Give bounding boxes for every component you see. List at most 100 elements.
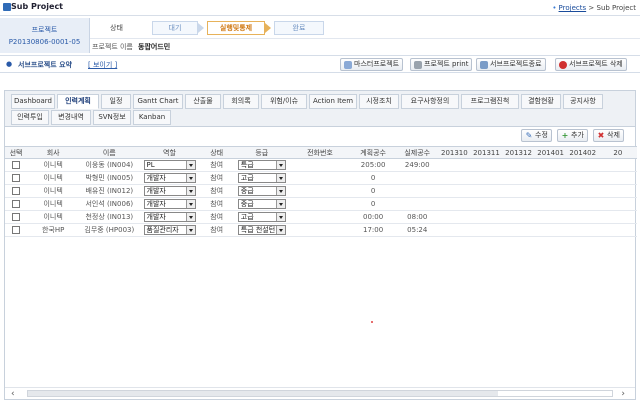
row-checkbox[interactable] [12,161,21,169]
chevron-down-icon[interactable] [275,213,285,221]
tab-staff-input[interactable]: 인력투입 [11,110,49,125]
table-row[interactable]: 이니텍 천정상 (IN013) 개발자 참여 고급 00:00 08:00 [5,210,637,224]
cell-name: 서인석 (IN006) [85,200,134,208]
summary-toggle-link[interactable]: [ 보이기 ] [88,60,117,70]
scroll-right-icon[interactable]: › [621,389,625,399]
master-project-label: 마스터프로젝트 [354,60,400,68]
master-project-button[interactable]: 마스터프로젝트 [340,58,404,71]
tab-requirements[interactable]: 요구사항정의 [401,94,459,109]
col-header: 201402 [566,146,599,159]
chevron-down-icon[interactable] [185,187,195,195]
tab-notices[interactable]: 공지사항 [563,94,603,109]
grade-select-value: 특급 [240,161,254,169]
tab-minutes[interactable]: 회의록 [223,94,259,109]
tab-corrective-action[interactable]: 시정조치 [359,94,399,109]
cell-name: 김무중 (HP003) [84,226,135,234]
grade-select[interactable]: 특급 천설턴 [237,225,286,235]
tab-gantt-chart[interactable]: Gantt Chart [133,94,183,109]
row-checkbox[interactable] [12,174,21,182]
role-select[interactable]: PL [143,160,196,170]
cell-company: 이니텍 [43,161,63,169]
close-subproject-button[interactable]: 서브프로젝트종료 [476,58,546,71]
table-row[interactable]: 이니텍 이웅동 (IN004) PL 참여 특급 205:00 249:00 [5,158,637,172]
breadcrumb-projects-link[interactable]: Projects [559,4,587,12]
row-checkbox[interactable] [12,226,21,234]
tab-defects[interactable]: 결함현황 [521,94,561,109]
row-checkbox[interactable] [12,213,21,221]
printer-icon [414,61,422,69]
breadcrumb-separator: > [588,4,595,12]
tab-deliverables[interactable]: 산출물 [185,94,221,109]
role-select-value: 개발자 [146,213,166,221]
close-subproject-label: 서브프로젝트종료 [490,60,542,68]
tab-change-history[interactable]: 변경내역 [51,110,91,125]
chevron-down-icon[interactable] [275,174,285,182]
scroll-thumb[interactable] [28,391,498,396]
project-id-box: 프로젝트 P20130806-0001-05 [0,18,90,53]
chevron-down-icon[interactable] [185,161,195,169]
chevron-down-icon[interactable] [185,213,195,221]
col-header: 이름 [79,146,140,159]
delete-icon [559,61,567,69]
chevron-down-icon[interactable] [275,161,285,169]
role-select-value: PL [146,161,155,169]
row-checkbox[interactable] [12,200,21,208]
role-select[interactable]: 개발자 [143,173,196,183]
scroll-left-icon[interactable]: ‹ [11,389,15,399]
edit-label: 수정 [535,131,548,139]
tab-risk-issue[interactable]: 위험/이슈 [261,94,307,109]
col-header: 역할 [139,146,200,159]
table-row[interactable]: 한국HP 김무중 (HP003) 품질관리자 참여 특급 천설턴 17:00 05:24 [5,223,637,237]
grade-select[interactable]: 고급 [237,173,286,183]
role-select-value: 개발자 [146,200,166,208]
role-select[interactable]: 개발자 [143,212,196,222]
tab-schedule[interactable]: 일정 [101,94,131,109]
role-select[interactable]: 개발자 [143,186,196,196]
tab-svn-info[interactable]: SVN정보 [93,110,131,125]
chevron-down-icon[interactable] [275,226,285,234]
tab-dashboard[interactable]: Dashboard [11,94,55,109]
grade-select[interactable]: 중급 [237,199,286,209]
col-header: 201312 [502,146,535,159]
role-select[interactable]: 품질관리자 [143,225,196,235]
breadcrumb-current: Sub Project [596,4,637,12]
print-button[interactable]: 프로젝트 print [410,58,473,71]
cell-name: 배유진 (IN012) [85,187,134,195]
row-checkbox[interactable] [12,187,21,195]
tab-staff-plan[interactable]: 인력계획 [57,94,99,109]
col-header: 201401 [534,146,567,159]
grade-select[interactable]: 고급 [237,212,286,222]
chevron-down-icon[interactable] [185,174,195,182]
col-header: 회사 [27,146,80,159]
edit-button[interactable]: ✎ 수정 [521,129,552,142]
cell-company: 이니텍 [43,213,63,221]
col-header: 선택 [5,146,28,159]
arrow-right-icon [198,23,204,33]
chevron-down-icon[interactable] [275,200,285,208]
role-select[interactable]: 개발자 [143,199,196,209]
horizontal-scrollbar[interactable]: ‹ › [5,387,635,399]
table-row[interactable]: 이니텍 박형민 (IN005) 개발자 참여 고급 0 [5,171,637,185]
chevron-down-icon[interactable] [185,200,195,208]
tab-program-progress[interactable]: 프로그램진척 [461,94,519,109]
status-label: 상태 [110,24,123,32]
cell-status: 참여 [210,174,224,182]
close-icon: ✖ [597,131,605,140]
chevron-down-icon[interactable] [275,187,285,195]
role-select-value: 개발자 [146,187,166,195]
tab-action-item[interactable]: Action Item [309,94,357,109]
col-header: 실제공수 [396,146,439,159]
grade-select[interactable]: 특급 [237,160,286,170]
delete-button[interactable]: ✖ 삭제 [593,129,624,142]
add-button[interactable]: + 추가 [557,129,588,142]
table-row[interactable]: 이니텍 배유진 (IN012) 개발자 참여 중급 0 [5,184,637,198]
tab-kanban[interactable]: Kanban [133,110,171,125]
col-header: 계획공수 [350,146,397,159]
chevron-down-icon[interactable] [185,226,195,234]
grade-select[interactable]: 중급 [237,186,286,196]
delete-subproject-button[interactable]: 서브프로젝트 삭제 [555,58,627,71]
table-row[interactable]: 이니텍 서인석 (IN006) 개발자 참여 중급 0 [5,197,637,211]
cell-status: 참여 [210,213,224,221]
search-icon [344,61,352,69]
scroll-track[interactable] [27,390,613,397]
